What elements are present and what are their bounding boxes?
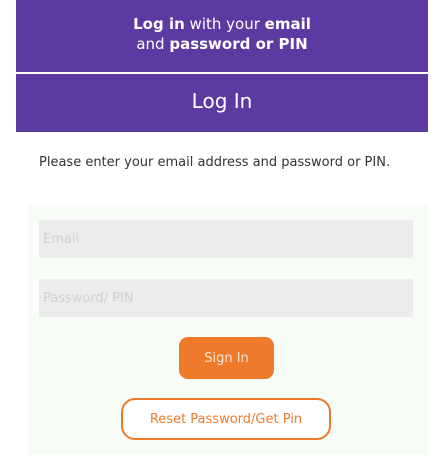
banner-headline-line-1: Log in with your email [16,14,428,34]
banner-headline-line-2: and password or PIN [16,34,428,54]
email-input[interactable] [39,220,413,258]
page-title: Log In [191,89,253,113]
banner-headline-and: and [136,35,170,53]
sign-in-button[interactable]: Sign In [179,337,274,379]
banner-headline-login: Log in [133,15,185,33]
banner-headline-email: email [264,15,311,33]
reset-password-button[interactable]: Reset Password/Get Pin [121,398,331,440]
banner-headline-with-your: with your [184,15,265,33]
banner-headline-password-or-pin: password or PIN [169,35,308,53]
password-input[interactable] [39,279,413,317]
banner-divider [16,72,428,74]
login-banner: Log in with your email and password or P… [16,0,428,132]
banner-headline: Log in with your email and password or P… [16,14,428,54]
login-instructions: Please enter your email address and pass… [39,155,391,170]
